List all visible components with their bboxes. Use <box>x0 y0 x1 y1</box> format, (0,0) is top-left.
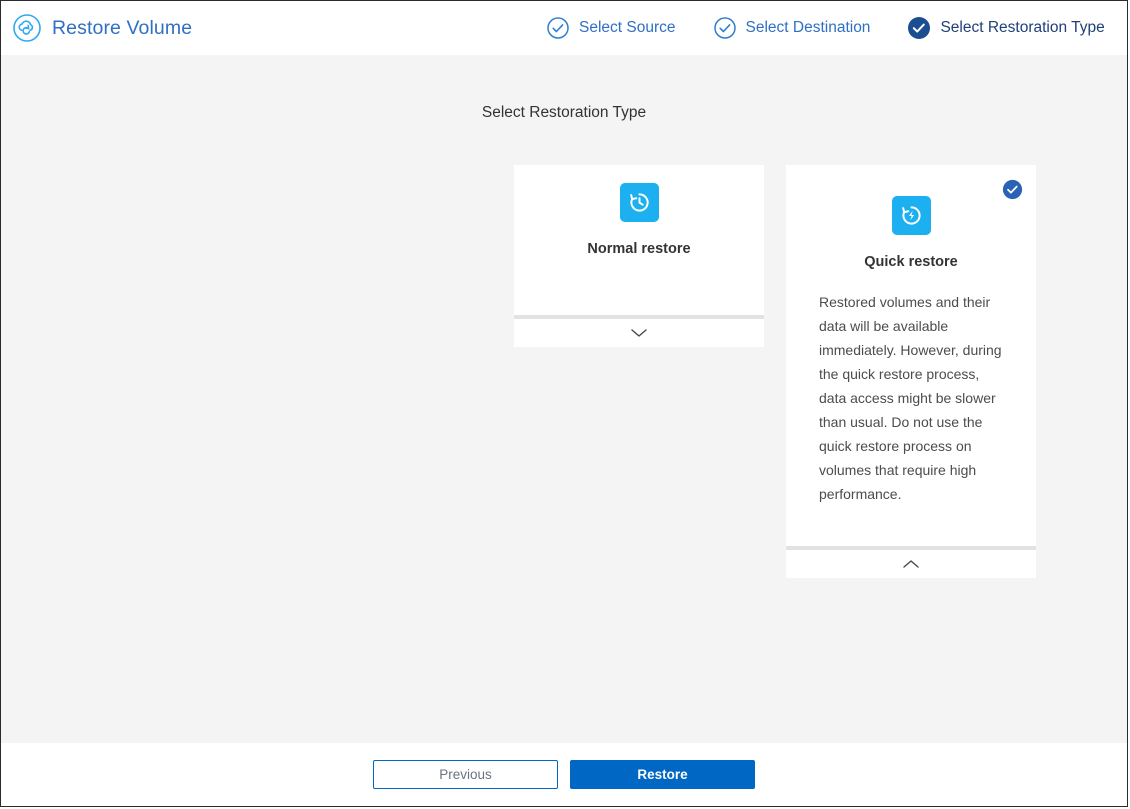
main-content: Select Restoration Type Normal restore Q… <box>1 55 1127 745</box>
card-expand-toggle-normal[interactable] <box>514 319 764 347</box>
app-header: Restore Volume Select Source Select Dest… <box>1 1 1127 55</box>
step-label: Select Source <box>579 19 676 36</box>
page-title: Select Restoration Type <box>481 104 647 121</box>
step-select-source[interactable]: Select Source <box>546 16 676 40</box>
check-circle-filled-icon <box>1002 179 1023 200</box>
lightning-refresh-icon <box>891 196 931 235</box>
card-body: Quick restore Restored volumes and their… <box>786 165 1036 546</box>
chevron-up-icon <box>902 559 920 569</box>
restore-volume-window: Restore Volume Select Source Select Dest… <box>0 0 1128 807</box>
brand: Restore Volume <box>12 13 192 43</box>
card-description: Restored volumes and their data will be … <box>819 294 1002 502</box>
card-body: Normal restore <box>514 165 764 315</box>
card-spacer <box>786 506 1036 532</box>
app-title: Restore Volume <box>52 16 193 39</box>
card-icon-wrap <box>514 183 764 222</box>
card-spacer <box>514 257 764 301</box>
check-circle-outline-icon <box>546 16 570 40</box>
step-label: Select Restoration Type <box>940 19 1105 36</box>
card-quick-restore[interactable]: Quick restore Restored volumes and their… <box>786 165 1036 578</box>
check-circle-filled-icon <box>907 16 931 40</box>
cloud-restore-icon <box>12 13 42 43</box>
wizard-steps: Select Source Select Destination Select … <box>546 1 1105 55</box>
card-label: Quick restore <box>864 254 958 270</box>
restore-button[interactable]: Restore <box>570 760 755 789</box>
card-normal-restore[interactable]: Normal restore <box>514 165 764 347</box>
clock-history-icon <box>619 183 659 222</box>
previous-button[interactable]: Previous <box>373 760 558 789</box>
step-select-restoration-type[interactable]: Select Restoration Type <box>907 16 1105 40</box>
card-icon-wrap <box>786 196 1036 235</box>
chevron-down-icon <box>630 328 648 338</box>
check-circle-outline-icon <box>713 16 737 40</box>
step-select-destination[interactable]: Select Destination <box>713 16 871 40</box>
action-footer: Previous Restore <box>1 743 1127 806</box>
step-label: Select Destination <box>745 19 871 36</box>
card-collapse-toggle-quick[interactable] <box>786 550 1036 578</box>
restoration-type-cards: Normal restore Quick restore Restored vo… <box>514 165 1036 585</box>
card-label: Normal restore <box>587 241 691 257</box>
